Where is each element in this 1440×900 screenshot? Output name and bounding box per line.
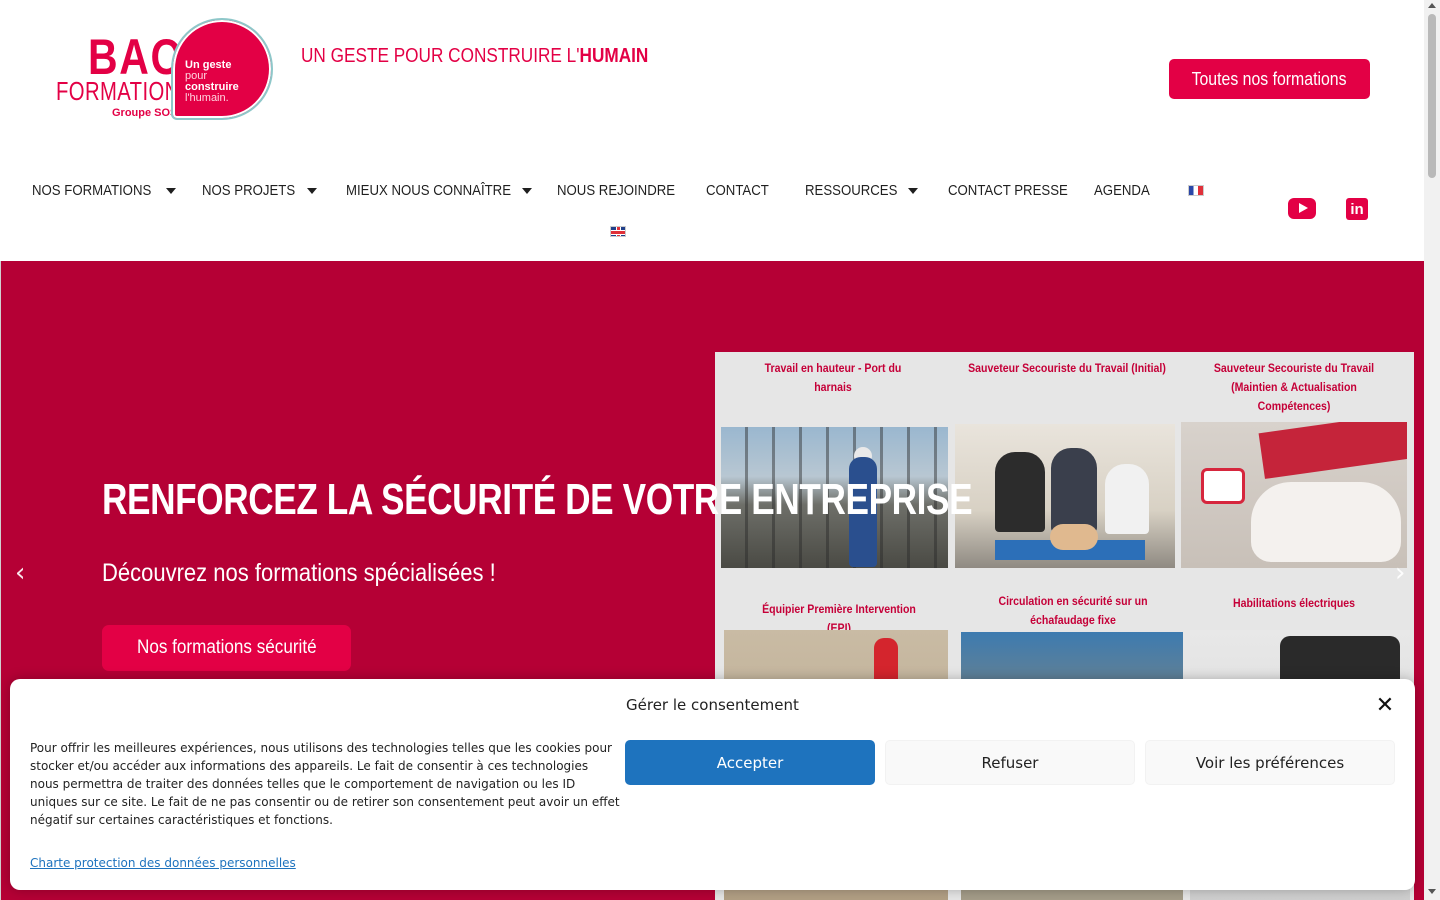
security-trainings-button[interactable]: Nos formations sécurité — [102, 625, 351, 671]
all-trainings-label: Toutes nos formations — [1192, 68, 1347, 89]
photo-defibrillator-training — [1181, 422, 1407, 568]
scroll-up-icon[interactable] — [1428, 3, 1436, 8]
page-scrollbar[interactable] — [1424, 0, 1440, 900]
cookie-consent-dialog: Gérer le consentement ✕ Pour offrir les … — [10, 679, 1415, 890]
security-trainings-label: Nos formations sécurité — [136, 637, 317, 658]
collage-caption: Sauveteur Secouriste du Travail (Maintie… — [1213, 361, 1375, 413]
logo-groupe-sos: Groupe SOS — [112, 107, 178, 119]
scroll-down-icon[interactable] — [1428, 889, 1436, 894]
page: BAO FORMATION Groupe SOS Un geste pour c… — [0, 0, 1440, 900]
hero-subtitle: Découvrez nos formations spécialisées ! — [102, 559, 496, 587]
site-header: BAO FORMATION Groupe SOS Un geste pour c… — [0, 0, 1424, 261]
nav-item-ressources[interactable]: RESSOURCES — [805, 182, 919, 199]
fr-flag-icon[interactable] — [1188, 185, 1204, 196]
chevron-down-icon — [165, 187, 176, 194]
logo-formation-text: FORMATION — [56, 76, 180, 106]
nav-item-nous-rejoindre[interactable]: NOUS REJOINDRE — [557, 182, 691, 199]
linkedin-icon[interactable]: in — [1346, 198, 1368, 220]
logo-bao-text: BAO — [88, 29, 185, 85]
nav-label: NOS PROJETS — [202, 182, 296, 199]
nav-item-contact-presse[interactable]: CONTACT PRESSE — [948, 182, 1084, 199]
nav-item-nos-projets[interactable]: NOS PROJETS — [202, 182, 317, 199]
tagline-bold: HUMAIN — [579, 45, 649, 67]
youtube-icon[interactable] — [1288, 198, 1316, 219]
hero-title: RENFORCEZ LA SÉCURITÉ DE VOTRE ENTREPRIS… — [102, 475, 973, 524]
nav-label: NOS FORMATIONS — [32, 182, 152, 199]
tagline-prefix: UN GESTE POUR CONSTRUIRE L' — [301, 45, 580, 67]
nav-item-contact[interactable]: CONTACT — [706, 182, 777, 199]
consent-body: Pour offrir les meilleures expériences, … — [30, 741, 620, 827]
nav-item-mieux-nous-connaitre[interactable]: MIEUX NOUS CONNAÎTRE — [346, 182, 532, 199]
nav-label: NOUS REJOINDRE — [557, 182, 676, 199]
accept-button[interactable]: Accepter — [625, 740, 875, 785]
chevron-down-icon — [521, 187, 532, 194]
uk-flag-icon[interactable] — [610, 226, 626, 237]
all-trainings-button[interactable]: Toutes nos formations — [1169, 59, 1370, 99]
nav-label: RESSOURCES — [805, 182, 898, 199]
consent-title: Gérer le consentement — [626, 696, 799, 714]
refuse-button[interactable]: Refuser — [885, 740, 1135, 785]
slider-prev-arrow-icon[interactable]: ‹ — [15, 560, 29, 586]
collage-caption: Travail en hauteur - Port du harnais — [764, 361, 902, 394]
slider-next-arrow-icon[interactable]: › — [1395, 560, 1409, 586]
site-tagline: UN GESTE POUR CONSTRUIRE L'HUMAIN — [301, 45, 648, 68]
bao-formation-logo[interactable]: BAO FORMATION Groupe SOS Un geste pour c… — [56, 18, 276, 124]
view-preferences-button[interactable]: Voir les préférences — [1145, 740, 1395, 785]
collage-caption: Habilitations électriques — [1232, 596, 1356, 610]
privacy-policy-link[interactable]: Charte protection des données personnell… — [30, 856, 296, 870]
nav-item-nos-formations[interactable]: NOS FORMATIONS — [32, 182, 176, 199]
close-icon[interactable]: ✕ — [1374, 695, 1396, 717]
nav-label: CONTACT — [706, 182, 769, 199]
nav-item-agenda[interactable]: AGENDA — [1094, 182, 1157, 199]
chevron-down-icon — [306, 187, 317, 194]
collage-caption: Sauveteur Secouriste du Travail (Initial… — [968, 361, 1166, 375]
collage-caption: Circulation en sécurité sur un échafauda… — [998, 594, 1148, 627]
badge-line-4: l'humain. — [185, 92, 229, 104]
chevron-down-icon — [908, 187, 919, 194]
logo-badge: Un geste pour construire l'humain. — [171, 18, 273, 120]
photo-first-aid-training — [955, 424, 1175, 568]
nav-label: AGENDA — [1094, 182, 1150, 199]
scroll-thumb[interactable] — [1428, 14, 1436, 178]
nav-label: CONTACT PRESSE — [948, 182, 1068, 199]
nav-label: MIEUX NOUS CONNAÎTRE — [346, 182, 512, 199]
